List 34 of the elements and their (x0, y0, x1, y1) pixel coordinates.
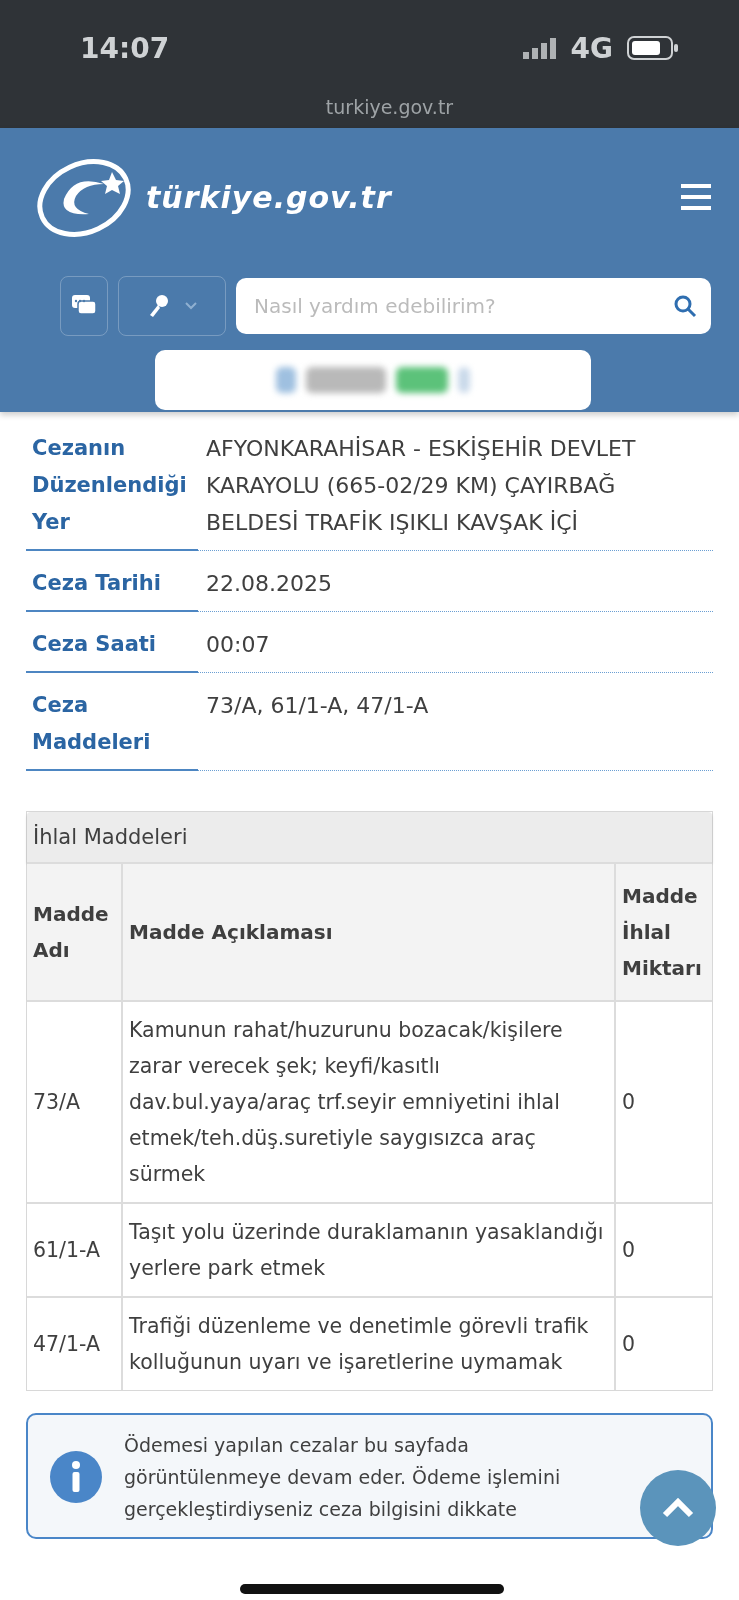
logo-text: türkiye.gov.tr (146, 179, 392, 215)
caret-icon (185, 302, 197, 310)
table-title: İhlal Maddeleri (27, 812, 712, 862)
detail-label: Ceza Tarihi (26, 565, 198, 612)
signal-icon (522, 37, 557, 59)
column-header: Madde İhlal Miktarı (616, 862, 712, 1000)
info-icon (50, 1451, 102, 1503)
network-label: 4G (570, 31, 613, 65)
battery-icon (627, 35, 679, 61)
key-button[interactable] (118, 276, 226, 336)
detail-label: Ceza Maddeleri (26, 687, 198, 771)
chevron-up-icon (662, 1498, 694, 1518)
table-cell: 73/A (27, 1000, 123, 1202)
column-header: Madde Adı (27, 862, 123, 1000)
detail-value: 73/A, 61/1-A, 47/1-A (205, 692, 430, 720)
url-text: turkiye.gov.tr (325, 96, 454, 118)
status-time: 14:07 (80, 31, 170, 65)
detail-value: AFYONKARAHİSAR - ESKİŞEHİR DEVLET KARAYOLU (665-02/29 KM) ÇAYIRBAĞ BELDESİ TRAFİK IŞIKLI KAVŞAK İÇİ (205, 435, 637, 537)
table-cell: Kamunun rahat/huzurunu bozacak/kişilere zarar verecek şek; keyfi/kasıtlı dav.bul.yaya/araç trf.seyir emniyetini ihlal etmek/teh.düş.suretiyle saygısızca araç sürmek (123, 1000, 616, 1202)
table-cell: 61/1-A (27, 1202, 123, 1296)
search-field[interactable]: Nasıl yardım edebilirim? (236, 278, 711, 334)
detail-value: 22.08.2025 (205, 570, 333, 598)
chat-button[interactable] (60, 276, 108, 336)
table-cell: 47/1-A (27, 1296, 123, 1390)
detail-label: Ceza Saati (26, 626, 198, 673)
table-cell: Taşıt yolu üzerinde duraklamanın yasaklandığı yerlere park etmek (123, 1202, 616, 1296)
table-cell: Trafiği düzenleme ve denetimle görevli trafik kolluğunun uyarı ve işaretlerine uymamak (123, 1296, 616, 1390)
menu-icon[interactable] (681, 184, 711, 210)
column-header: Madde Açıklaması (123, 862, 616, 1000)
key-icon (147, 293, 171, 319)
search-icon[interactable] (673, 294, 697, 318)
info-text: Ödemesi yapılan cezalar bu sayfada görüntülenmeye devam eder. Ödeme işlemini gerçekleştirdiyseniz ceza bilgisini dikkate (124, 1433, 562, 1522)
detail-label: Cezanın Düzenlendiği Yer (26, 430, 198, 551)
detail-value: 00:07 (205, 631, 271, 659)
